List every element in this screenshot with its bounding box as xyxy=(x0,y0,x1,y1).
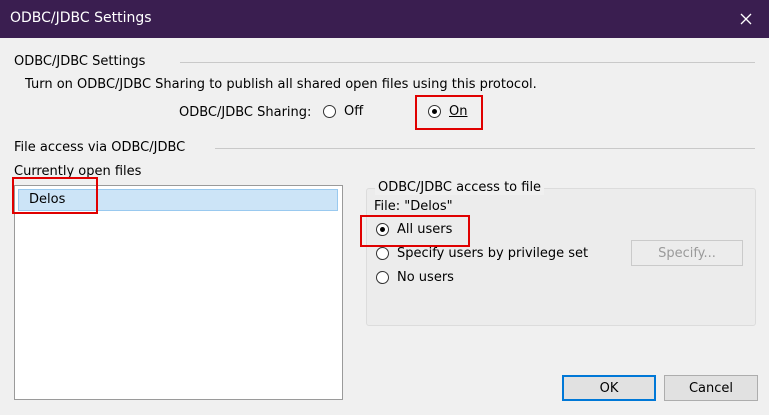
settings-group-label: ODBC/JDBC Settings xyxy=(14,54,146,69)
file-access-group-label: File access via ODBC/JDBC xyxy=(14,140,186,155)
access-file-label: File: "Delos" xyxy=(374,199,453,214)
open-files-label: Currently open files xyxy=(14,164,142,179)
title-bar: ODBC/JDBC Settings xyxy=(0,0,769,38)
sharing-on-radio[interactable]: On xyxy=(428,104,467,119)
privilege-label: Specify users by privilege set xyxy=(397,246,589,261)
specify-button-label: Specify... xyxy=(658,245,716,261)
radio-off-circle xyxy=(323,105,336,118)
specify-button[interactable]: Specify... xyxy=(631,240,743,266)
settings-separator xyxy=(180,62,755,63)
sharing-off-radio[interactable]: Off xyxy=(323,104,363,119)
radio-privilege-circle xyxy=(376,247,389,260)
window-title: ODBC/JDBC Settings xyxy=(10,10,152,26)
file-access-separator xyxy=(215,148,755,149)
file-name: Delos xyxy=(29,192,66,207)
all-users-label: All users xyxy=(397,222,453,237)
radio-on-circle xyxy=(428,105,441,118)
access-group-label: ODBC/JDBC access to file xyxy=(375,180,545,195)
close-icon xyxy=(740,13,752,25)
list-item[interactable]: Delos xyxy=(18,189,338,211)
privilege-radio[interactable]: Specify users by privilege set xyxy=(376,246,588,261)
settings-description: Turn on ODBC/JDBC Sharing to publish all… xyxy=(25,77,537,92)
all-users-radio[interactable]: All users xyxy=(376,222,452,237)
ok-button-label: OK xyxy=(599,380,619,396)
no-users-label: No users xyxy=(397,270,454,285)
sharing-off-label: Off xyxy=(344,104,364,119)
open-files-list[interactable]: Delos xyxy=(14,185,343,400)
cancel-button-label: Cancel xyxy=(688,380,734,396)
sharing-label: ODBC/JDBC Sharing: xyxy=(179,105,312,120)
ok-button[interactable]: OK xyxy=(562,375,656,401)
no-users-radio[interactable]: No users xyxy=(376,270,454,285)
cancel-button[interactable]: Cancel xyxy=(664,375,758,401)
radio-all-users-circle xyxy=(376,223,389,236)
radio-no-users-circle xyxy=(376,271,389,284)
close-button[interactable] xyxy=(723,0,769,38)
sharing-on-label: On xyxy=(449,104,468,119)
